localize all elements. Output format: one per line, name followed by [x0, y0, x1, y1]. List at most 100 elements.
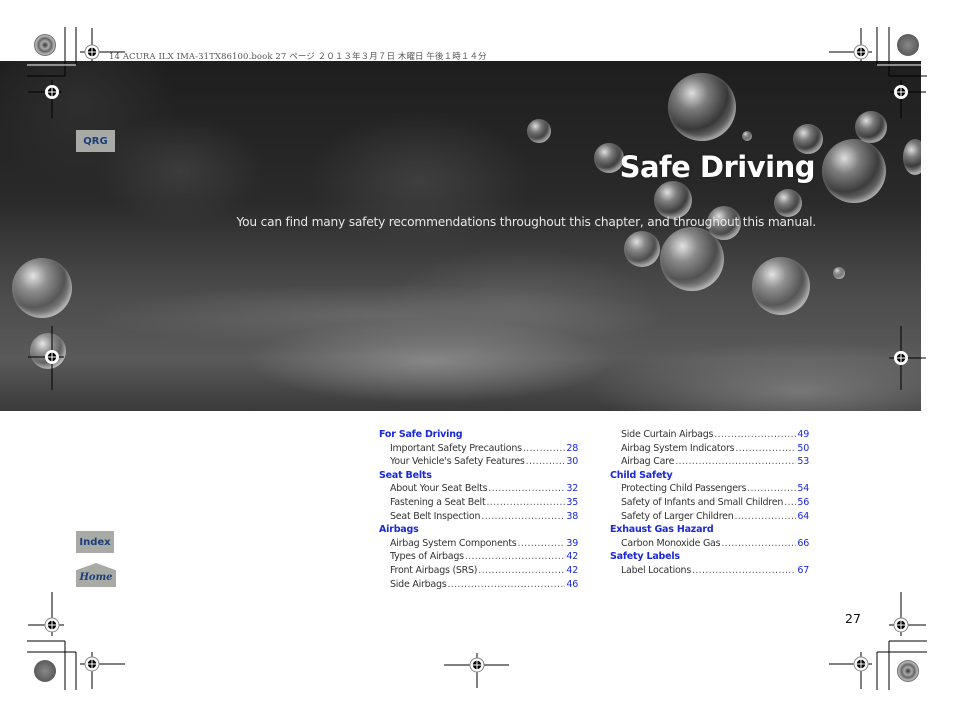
toc-page-link[interactable]: 56	[797, 496, 809, 510]
bubble	[752, 257, 810, 315]
toc-leader-dots	[714, 428, 796, 442]
bubble	[668, 73, 736, 141]
toc-entry[interactable]: Front Airbags (SRS) 42	[379, 564, 578, 578]
toc-page-link[interactable]: 54	[797, 482, 809, 496]
toc-entry[interactable]: Your Vehicle's Safety Features 30	[379, 455, 578, 469]
toc-entry[interactable]: Fastening a Seat Belt 35	[379, 496, 578, 510]
toc-section-heading[interactable]: Seat Belts	[379, 469, 579, 483]
toc-entry[interactable]: Important Safety Precautions 28	[379, 442, 578, 456]
toc-entry-label: Airbag System Components	[390, 537, 517, 549]
toc-entry-label: Seat Belt Inspection	[390, 510, 481, 522]
toc-leader-dots	[486, 496, 565, 510]
toc-section-heading[interactable]: Child Safety	[610, 469, 810, 483]
color-target	[34, 660, 56, 682]
toc-entry-label: Label Locations	[621, 564, 692, 576]
toc-leader-dots	[735, 510, 797, 524]
color-target	[897, 34, 919, 56]
toc-leader-dots	[747, 482, 796, 496]
toc-leader-dots	[675, 455, 796, 469]
bubble	[12, 258, 72, 318]
bubble	[833, 267, 845, 279]
toc-entry[interactable]: About Your Seat Belts 32	[379, 482, 578, 496]
toc-entry-label: Side Airbags	[390, 578, 447, 590]
toc-section-heading[interactable]: Airbags	[379, 523, 579, 537]
toc-page-link[interactable]: 67	[797, 564, 809, 578]
toc-leader-dots	[481, 510, 565, 524]
bubble	[903, 139, 921, 175]
toc-page-link[interactable]: 53	[797, 455, 809, 469]
toc-page-link[interactable]: 39	[566, 537, 578, 551]
toc-entry[interactable]: Protecting Child Passengers 54	[610, 482, 809, 496]
chapter-title: Safe Driving	[619, 150, 816, 184]
toc-entry[interactable]: Carbon Monoxide Gas 66	[610, 537, 809, 551]
chapter-subtitle: You can find many safety recommendations…	[236, 215, 817, 229]
bubble	[742, 131, 752, 141]
toc-leader-dots	[735, 442, 796, 456]
hero-image: Safe Driving You can find many safety re…	[0, 61, 921, 411]
toc-page-link[interactable]: 42	[566, 550, 578, 564]
toc-entry-label: Safety of Larger Children	[621, 510, 734, 522]
toc-entry[interactable]: Airbag System Components 39	[379, 537, 578, 551]
toc-entry-label: Protecting Child Passengers	[621, 483, 747, 495]
toc-column-1: For Safe Driving Important Safety Precaut…	[379, 428, 579, 591]
toc-entry[interactable]: Safety of Larger Children 64	[610, 510, 809, 524]
toc-entry-label: Carbon Monoxide Gas	[621, 537, 721, 549]
toc-entry[interactable]: Label Locations 67	[610, 564, 809, 578]
page-number: 27	[845, 611, 861, 626]
toc-leader-dots	[447, 578, 565, 592]
toc-section-heading[interactable]: Exhaust Gas Hazard	[610, 523, 810, 537]
toc-entry-label: Airbag Care	[621, 456, 675, 468]
toc-column-2: Side Curtain Airbags49Airbag System Indi…	[610, 428, 810, 578]
toc-page-link[interactable]: 42	[566, 564, 578, 578]
toc-page-link[interactable]: 46	[566, 578, 578, 592]
qrg-tab[interactable]: QRG	[76, 130, 115, 152]
toc-entry-label: About Your Seat Belts	[390, 483, 488, 495]
toc-page-link[interactable]: 35	[566, 496, 578, 510]
toc-leader-dots	[465, 550, 566, 564]
toc-entry-label: Safety of Infants and Small Children	[621, 496, 784, 508]
color-target	[34, 34, 56, 56]
toc-entry[interactable]: Airbag Care 53	[610, 455, 809, 469]
bubble	[624, 231, 660, 267]
bubble	[527, 119, 551, 143]
toc-leader-dots	[478, 564, 565, 578]
index-tab[interactable]: Index	[76, 531, 114, 553]
toc-entry[interactable]: Airbag System Indicators 50	[610, 442, 809, 456]
toc-leader-dots	[518, 537, 566, 551]
bubble	[654, 181, 692, 219]
toc-section-heading[interactable]: Safety Labels	[610, 550, 810, 564]
home-tab[interactable]: Home	[76, 563, 116, 587]
toc-leader-dots	[488, 482, 565, 496]
toc-page-link[interactable]: 66	[797, 537, 809, 551]
toc-leader-dots	[784, 496, 796, 510]
toc-leader-dots	[523, 442, 566, 456]
toc-page-link[interactable]: 50	[797, 442, 809, 456]
toc-page-link[interactable]: 32	[566, 482, 578, 496]
toc-entry-label: Types of Airbags	[390, 551, 464, 563]
bubble	[822, 139, 886, 203]
toc-page-link[interactable]: 38	[566, 510, 578, 524]
toc-leader-dots	[721, 537, 796, 551]
bubble	[30, 333, 66, 369]
toc-leader-dots	[526, 455, 566, 469]
toc-entry[interactable]: Seat Belt Inspection 38	[379, 510, 578, 524]
toc-entry-label: Your Vehicle's Safety Features	[390, 456, 525, 468]
toc-page-link[interactable]: 28	[566, 442, 578, 456]
color-target	[897, 660, 919, 682]
toc-page-link[interactable]: 49	[797, 428, 809, 442]
bubble	[774, 189, 802, 217]
toc-entry[interactable]: Types of Airbags 42	[379, 550, 578, 564]
toc-page-link[interactable]: 30	[566, 455, 578, 469]
toc-entry-label: Airbag System Indicators	[621, 442, 735, 454]
toc-entry[interactable]: Side Curtain Airbags 49	[610, 428, 809, 442]
toc-section-heading[interactable]: For Safe Driving	[379, 428, 579, 442]
toc-entry[interactable]: Safety of Infants and Small Children 56	[610, 496, 809, 510]
bubble	[855, 111, 887, 143]
toc-entry-label: Side Curtain Airbags	[621, 429, 714, 440]
toc-entry-label: Fastening a Seat Belt	[390, 496, 486, 508]
toc-entry-label: Important Safety Precautions	[390, 442, 522, 454]
bubble	[660, 227, 724, 291]
toc-page-link[interactable]: 64	[797, 510, 809, 524]
toc-entry[interactable]: Side Airbags 46	[379, 578, 578, 592]
toc-entry-label: Front Airbags (SRS)	[390, 564, 478, 576]
